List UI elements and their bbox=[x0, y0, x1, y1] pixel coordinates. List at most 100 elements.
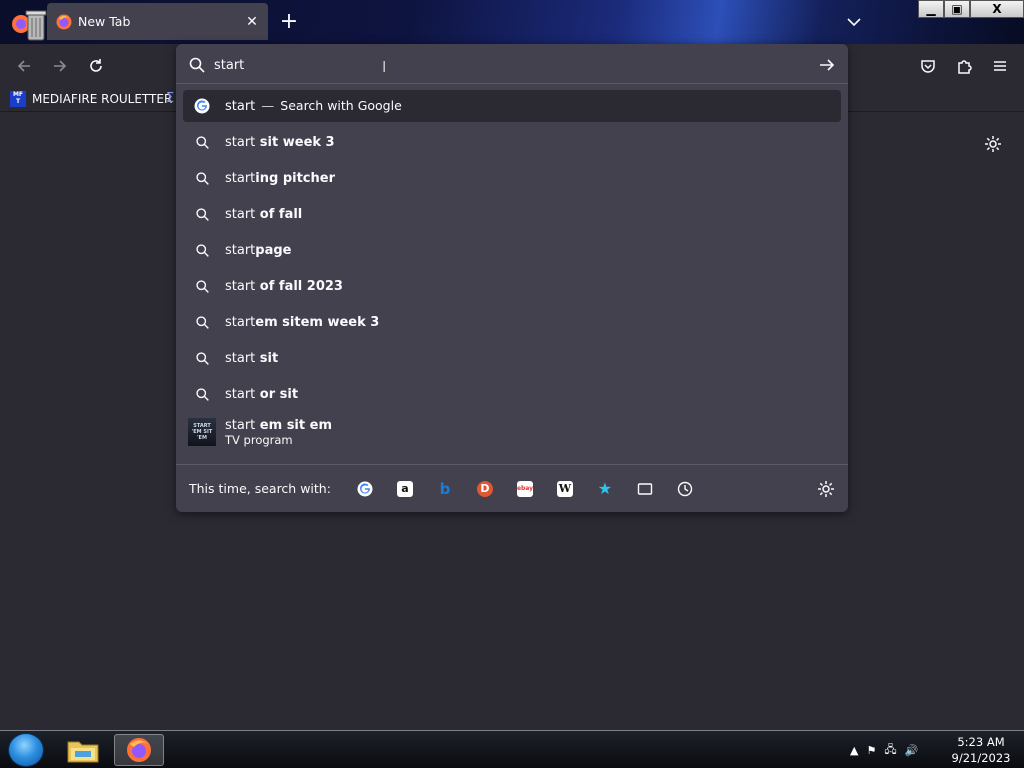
search-icon bbox=[193, 349, 211, 367]
settings-gear-icon[interactable] bbox=[983, 134, 1003, 154]
list-item[interactable]: start or sit bbox=[183, 376, 841, 412]
result-typed-text: start bbox=[225, 314, 256, 330]
star-icon: ★ bbox=[597, 478, 613, 498]
address-bar-popup: I start — Search with Google start sit wee… bbox=[176, 44, 848, 512]
address-bar: I bbox=[176, 44, 848, 84]
window-controls: ▁ ▣ X bbox=[918, 0, 1024, 18]
taskbar-firefox[interactable] bbox=[114, 734, 164, 766]
result-typed-text: start bbox=[225, 170, 256, 186]
list-item[interactable]: start sit week 3 bbox=[183, 124, 841, 160]
system-tray: ▲ ⚑ 🖧 🔊 bbox=[850, 739, 918, 761]
chevron-down-icon[interactable] bbox=[842, 12, 866, 32]
result-typed-text: start bbox=[225, 206, 256, 222]
firefox-icon bbox=[127, 738, 151, 762]
list-item[interactable]: starting pitcher bbox=[183, 160, 841, 196]
one-off-wikipedia-button[interactable]: W bbox=[545, 473, 585, 505]
suggestion-list: start — Search with Google start sit week … bbox=[183, 90, 841, 452]
search-icon bbox=[193, 133, 211, 151]
start-button[interactable] bbox=[8, 733, 44, 767]
network-icon[interactable]: 🖧 bbox=[884, 741, 896, 760]
taskbar: ▲ ⚑ 🖧 🔊 5:23 AM 9/21/2023 bbox=[0, 730, 1024, 768]
result-completion-text: sit bbox=[255, 350, 279, 366]
system-clock[interactable]: 5:23 AM 9/21/2023 bbox=[945, 734, 1017, 766]
one-off-google-button[interactable] bbox=[345, 473, 385, 505]
amazon-icon: a bbox=[396, 480, 413, 497]
folder-icon bbox=[67, 741, 99, 763]
rich-suggestion-row[interactable]: START 'EM SIT 'EM start em sit em TV pro… bbox=[183, 412, 841, 452]
clock-date: 9/21/2023 bbox=[951, 751, 1011, 765]
result-typed-text: start bbox=[225, 242, 256, 258]
one-off-history-button[interactable] bbox=[665, 473, 705, 505]
one-off-search-bar: This time, search with: a b D ebay W ★ bbox=[176, 464, 848, 512]
wikipedia-icon: W bbox=[556, 480, 573, 497]
search-icon bbox=[193, 313, 211, 331]
puzzle-icon bbox=[958, 60, 972, 74]
pocket-button[interactable] bbox=[915, 53, 941, 79]
duckduckgo-icon: D bbox=[476, 480, 493, 497]
back-button[interactable] bbox=[11, 53, 37, 79]
new-tab-button[interactable]: + bbox=[276, 10, 302, 36]
bookmark-overflow-icon[interactable]: Σ bbox=[166, 91, 176, 107]
clock-time: 5:23 AM bbox=[957, 735, 1005, 749]
tray-expand-icon[interactable]: ▲ bbox=[850, 744, 858, 757]
google-icon bbox=[357, 481, 373, 496]
list-item[interactable]: start of fall bbox=[183, 196, 841, 232]
result-action-text: Search with Google bbox=[280, 98, 402, 113]
go-arrow-icon[interactable] bbox=[816, 54, 838, 76]
result-typed-text: start bbox=[225, 134, 256, 150]
one-off-bookmarks-button[interactable]: ★ bbox=[585, 473, 625, 505]
list-item[interactable]: startpage bbox=[183, 232, 841, 268]
one-off-amazon-button[interactable]: a bbox=[385, 473, 425, 505]
search-icon bbox=[193, 169, 211, 187]
result-completion-text: of fall 2023 bbox=[255, 278, 343, 294]
tab-new-tab[interactable]: New Tab ✕ bbox=[47, 3, 268, 40]
flag-icon[interactable]: ⚑ bbox=[866, 744, 876, 757]
result-typed-text: start bbox=[225, 99, 256, 114]
firefox-icon bbox=[56, 14, 72, 29]
search-icon bbox=[193, 241, 211, 259]
one-off-tabs-button[interactable] bbox=[625, 473, 665, 505]
reload-icon bbox=[90, 59, 102, 72]
taskbar-file-explorer[interactable] bbox=[58, 734, 108, 766]
reload-button[interactable] bbox=[83, 53, 109, 79]
bookmark-favicon: MF T bbox=[10, 91, 26, 107]
result-completion-text: ing pitcher bbox=[255, 170, 335, 186]
list-item[interactable]: start sit bbox=[183, 340, 841, 376]
bookmark-label: MEDIAFIRE ROULETTER bbox=[32, 92, 173, 106]
forward-arrow-icon bbox=[54, 60, 67, 72]
search-icon bbox=[189, 57, 205, 73]
result-completion-text: of fall bbox=[255, 206, 303, 222]
one-off-label: This time, search with: bbox=[189, 481, 331, 496]
list-item[interactable]: startem sitem week 3 bbox=[183, 304, 841, 340]
search-with-google-row[interactable]: start — Search with Google bbox=[183, 90, 841, 122]
title-bar: New Tab ✕ + ▁ ▣ X bbox=[0, 0, 1024, 44]
extensions-button[interactable] bbox=[951, 53, 977, 79]
result-completion-text: sit week 3 bbox=[255, 134, 335, 150]
one-off-ebay-button[interactable]: ebay bbox=[505, 473, 545, 505]
history-clock-icon bbox=[677, 481, 693, 496]
forward-button[interactable] bbox=[47, 53, 73, 79]
result-typed-text: start bbox=[225, 278, 256, 294]
tab-close-icon[interactable]: ✕ bbox=[240, 10, 264, 34]
tab-title: New Tab bbox=[78, 14, 131, 29]
address-input[interactable] bbox=[214, 54, 774, 76]
result-completion-text: em sit em bbox=[255, 417, 332, 433]
pocket-icon bbox=[921, 60, 935, 73]
one-off-duckduckgo-button[interactable]: D bbox=[465, 473, 505, 505]
result-completion-text: or sit bbox=[255, 386, 299, 402]
back-arrow-icon bbox=[17, 60, 30, 72]
volume-icon[interactable]: 🔊 bbox=[905, 744, 919, 757]
tv-program-thumbnail: START 'EM SIT 'EM bbox=[188, 418, 216, 446]
search-settings-gear-icon[interactable] bbox=[816, 479, 836, 499]
list-item[interactable]: start of fall 2023 bbox=[183, 268, 841, 304]
bookmark-mediafire-rouletter[interactable]: MF T MEDIAFIRE ROULETTER bbox=[10, 89, 172, 109]
firefox-trash-icon bbox=[12, 10, 47, 41]
one-off-bing-button[interactable]: b bbox=[425, 473, 465, 505]
menu-button[interactable] bbox=[987, 53, 1013, 79]
hamburger-menu-icon bbox=[994, 61, 1006, 71]
close-window-button[interactable]: X bbox=[970, 0, 1024, 18]
search-icon bbox=[193, 205, 211, 223]
search-icon bbox=[193, 385, 211, 403]
maximize-button[interactable]: ▣ bbox=[944, 0, 970, 18]
minimize-button[interactable]: ▁ bbox=[918, 0, 944, 18]
